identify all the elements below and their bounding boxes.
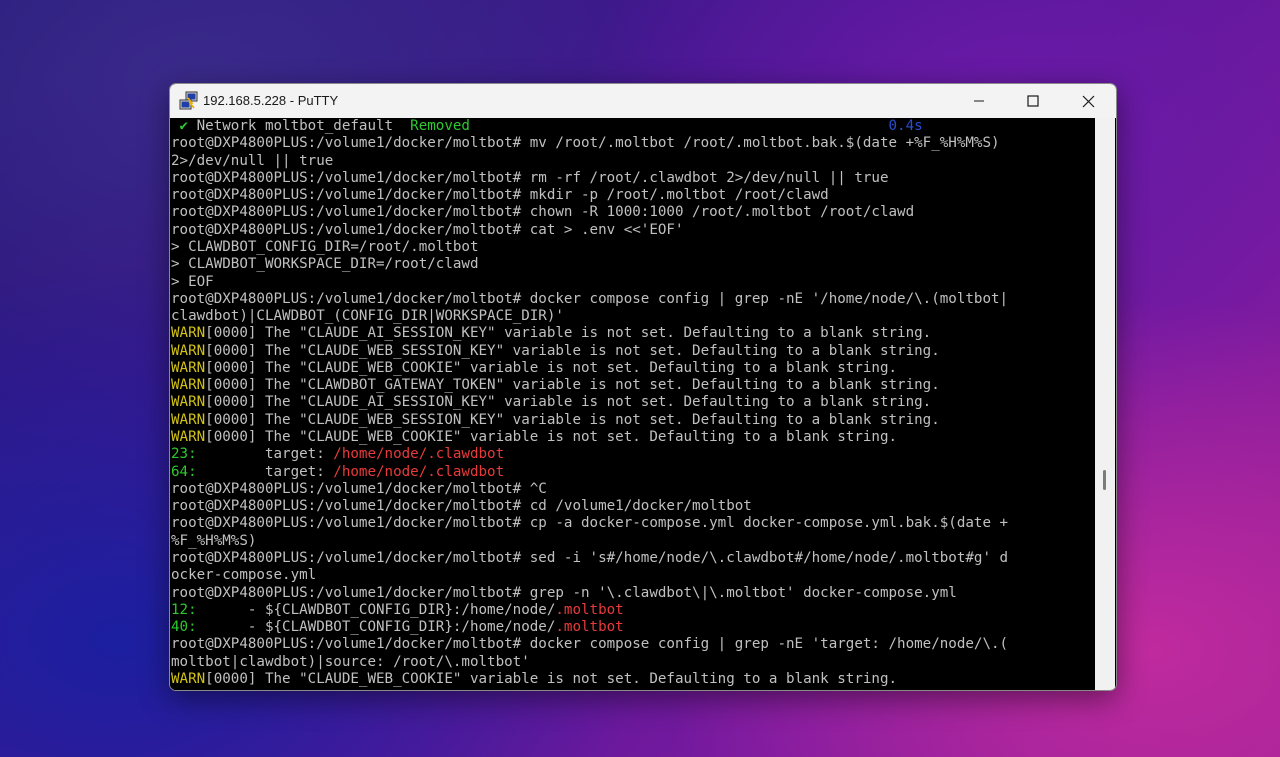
terminal-text-segment: WARN xyxy=(171,429,206,446)
terminal-line: root@DXP4800PLUS:/volume1/docker/moltbot… xyxy=(171,550,1008,567)
terminal-text-segment: [0000] The "CLAUDE_WEB_COOKIE" variable … xyxy=(205,359,898,376)
terminal-text-segment: moltbot|clawdbot)|source: /root/\.moltbo… xyxy=(171,653,530,670)
putty-window: 192.168.5.228 - PuTTY ✔ Network moltbot_… xyxy=(169,83,1117,691)
maximize-button[interactable] xyxy=(1010,84,1056,118)
close-button[interactable] xyxy=(1065,84,1111,118)
terminal-text-segment: 64: xyxy=(171,463,197,480)
terminal-line: WARN[0000] The "CLAUDE_WEB_COOKIE" varia… xyxy=(171,429,897,446)
terminal-line: ✔ Network moltbot_default Removed 0.4s xyxy=(171,118,923,135)
terminal-text-segment: > CLAWDBOT_WORKSPACE_DIR=/root/clawd xyxy=(171,256,479,273)
terminal-text-segment: root@DXP4800PLUS:/volume1/docker/moltbot… xyxy=(171,169,889,186)
terminal-text-segment: Network moltbot_default xyxy=(196,118,411,134)
scrollbar-thumb[interactable] xyxy=(1103,470,1106,490)
terminal-output[interactable]: ✔ Network moltbot_default Removed 0.4s ro… xyxy=(170,118,1095,690)
terminal-line: root@DXP4800PLUS:/volume1/docker/moltbot… xyxy=(171,135,1000,152)
terminal-line: root@DXP4800PLUS:/volume1/docker/moltbot… xyxy=(171,187,829,204)
terminal-line: WARN[0000] The "CLAUDE_WEB_SESSION_KEY" … xyxy=(171,412,940,429)
title-bar[interactable]: 192.168.5.228 - PuTTY xyxy=(170,84,1116,118)
terminal-line: WARN[0000] The "CLAUDE_WEB_COOKIE" varia… xyxy=(171,671,897,688)
terminal-text-segment: [0000] The "CLAUDE_WEB_COOKIE" variable … xyxy=(205,429,898,446)
window-title: 192.168.5.228 - PuTTY xyxy=(203,93,339,108)
minimize-icon xyxy=(974,100,984,102)
terminal-text-segment: root@DXP4800PLUS:/volume1/docker/moltbot… xyxy=(171,221,684,238)
terminal-line: root@DXP4800PLUS:/volume1/docker/moltbot… xyxy=(171,204,914,221)
terminal-line: moltbot|clawdbot)|source: /root/\.moltbo… xyxy=(171,654,530,671)
terminal-line: 2>/dev/null || true xyxy=(171,153,333,170)
terminal-text-segment: [0000] The "CLAUDE_WEB_SESSION_KEY" vari… xyxy=(205,411,940,428)
terminal-text-segment: root@DXP4800PLUS:/volume1/docker/moltbot… xyxy=(171,135,1000,152)
terminal-line: WARN[0000] The "CLAUDE_AI_SESSION_KEY" v… xyxy=(171,325,931,342)
terminal-line: clawdbot)|CLAWDBOT_(CONFIG_DIR|WORKSPACE… xyxy=(171,308,564,325)
terminal-text-segment: root@DXP4800PLUS:/volume1/docker/moltbot… xyxy=(171,498,752,515)
terminal-text-segment: WARN xyxy=(171,411,206,428)
terminal-line: ocker-compose.yml xyxy=(171,567,316,584)
terminal-text-segment: [0000] The "CLAUDE_WEB_COOKIE" variable … xyxy=(205,670,898,687)
terminal-text-segment: root@DXP4800PLUS:/volume1/docker/moltbot… xyxy=(171,480,547,497)
terminal-text-segment: ✔ xyxy=(171,118,197,134)
terminal-text-segment: Removed xyxy=(410,118,470,134)
terminal-text-segment: root@DXP4800PLUS:/volume1/docker/moltbot… xyxy=(171,204,915,221)
terminal-text-segment: root@DXP4800PLUS:/volume1/docker/moltbot… xyxy=(171,515,1009,532)
terminal-text-segment: 2>/dev/null || true xyxy=(171,152,334,169)
terminal-line: root@DXP4800PLUS:/volume1/docker/moltbot… xyxy=(171,481,547,498)
terminal-text-segment: WARN xyxy=(171,342,206,359)
terminal-text-segment: root@DXP4800PLUS:/volume1/docker/moltbot… xyxy=(171,584,957,601)
terminal-text-segment: root@DXP4800PLUS:/volume1/docker/moltbot… xyxy=(171,550,1009,566)
terminal-line: 64: target: /home/node/.clawdbot xyxy=(171,464,504,481)
terminal-line: > EOF xyxy=(171,274,214,291)
terminal-text-segment: - ${CLAWDBOT_CONFIG_DIR}:/home/node/ xyxy=(196,619,556,636)
terminal-text-segment: root@DXP4800PLUS:/volume1/docker/moltbot… xyxy=(171,636,1009,653)
terminal-text-segment: 40: xyxy=(171,619,197,636)
terminal-line: 40: - ${CLAWDBOT_CONFIG_DIR}:/home/node/… xyxy=(171,619,624,636)
terminal-text-segment: > EOF xyxy=(171,273,214,290)
terminal-text-segment: WARN xyxy=(171,359,206,376)
terminal-text-segment: [0000] The "CLAUDE_AI_SESSION_KEY" varia… xyxy=(205,394,932,411)
terminal-text-segment: > CLAWDBOT_CONFIG_DIR=/root/.moltbot xyxy=(171,238,479,255)
terminal-text-segment: 0.4s xyxy=(888,118,923,134)
putty-icon[interactable] xyxy=(179,91,199,111)
maximize-icon xyxy=(1027,95,1039,107)
terminal-text-segment: root@DXP4800PLUS:/volume1/docker/moltbot… xyxy=(171,187,829,204)
terminal-text-segment: WARN xyxy=(171,325,206,342)
terminal-line: > CLAWDBOT_WORKSPACE_DIR=/root/clawd xyxy=(171,256,479,273)
terminal-line: WARN[0000] The "CLAUDE_WEB_COOKIE" varia… xyxy=(171,360,897,377)
terminal-line: root@DXP4800PLUS:/volume1/docker/moltbot… xyxy=(171,636,1008,653)
terminal-text-segment: [0000] The "CLAUDE_AI_SESSION_KEY" varia… xyxy=(205,325,932,342)
terminal-text-segment: 12: xyxy=(171,601,197,618)
terminal-text-segment: WARN xyxy=(171,394,206,411)
terminal-text-segment: 23: xyxy=(171,446,197,463)
terminal-text-segment: root@DXP4800PLUS:/volume1/docker/moltbot… xyxy=(171,290,1009,307)
terminal-line: WARN[0000] The "CLAUDE_AI_SESSION_KEY" v… xyxy=(171,394,931,411)
vertical-scrollbar[interactable] xyxy=(1095,118,1115,690)
terminal-text-segment: clawdbot)|CLAWDBOT_(CONFIG_DIR|WORKSPACE… xyxy=(171,308,564,325)
terminal-text-segment: - ${CLAWDBOT_CONFIG_DIR}:/home/node/ xyxy=(196,601,556,618)
terminal-text-segment: /home/node/.clawdbot xyxy=(333,446,505,463)
terminal-text-segment: WARN xyxy=(171,670,206,687)
terminal-text-segment: ocker-compose.yml xyxy=(171,567,317,584)
close-icon xyxy=(1082,95,1094,107)
terminal-line: root@DXP4800PLUS:/volume1/docker/moltbot… xyxy=(171,585,957,602)
terminal-line: root@DXP4800PLUS:/volume1/docker/moltbot… xyxy=(171,498,752,515)
terminal-line: 23: target: /home/node/.clawdbot xyxy=(171,446,504,463)
terminal-text-segment: [0000] The "CLAWDBOT_GATEWAY_TOKEN" vari… xyxy=(205,377,940,394)
terminal-text-segment: [0000] The "CLAUDE_WEB_SESSION_KEY" vari… xyxy=(205,342,940,359)
terminal-text-segment: %F_%H%M%S) xyxy=(171,532,257,549)
terminal-line: WARN[0000] The "CLAUDE_WEB_SESSION_KEY" … xyxy=(171,343,940,360)
terminal-line: root@DXP4800PLUS:/volume1/docker/moltbot… xyxy=(171,222,684,239)
terminal-line: %F_%H%M%S) xyxy=(171,533,256,550)
terminal-line: root@DXP4800PLUS:/volume1/docker/moltbot… xyxy=(171,515,1008,532)
terminal-text-segment: target: xyxy=(196,446,334,463)
terminal-line: 12: - ${CLAWDBOT_CONFIG_DIR}:/home/node/… xyxy=(171,602,624,619)
terminal-text-segment: target: xyxy=(196,463,334,480)
terminal-line: > CLAWDBOT_CONFIG_DIR=/root/.moltbot xyxy=(171,239,479,256)
terminal-line: WARN[0000] The "CLAWDBOT_GATEWAY_TOKEN" … xyxy=(171,377,940,394)
terminal-text-segment: .moltbot xyxy=(555,601,624,618)
minimize-button[interactable] xyxy=(956,84,1002,118)
terminal-text-segment: /home/node/.clawdbot xyxy=(333,463,505,480)
terminal-line: root@DXP4800PLUS:/volume1/docker/moltbot… xyxy=(171,170,889,187)
terminal-line: root@DXP4800PLUS:/volume1/docker/moltbot… xyxy=(171,291,1008,308)
terminal-text-segment: .moltbot xyxy=(555,619,624,636)
terminal-text-segment: WARN xyxy=(171,377,206,394)
